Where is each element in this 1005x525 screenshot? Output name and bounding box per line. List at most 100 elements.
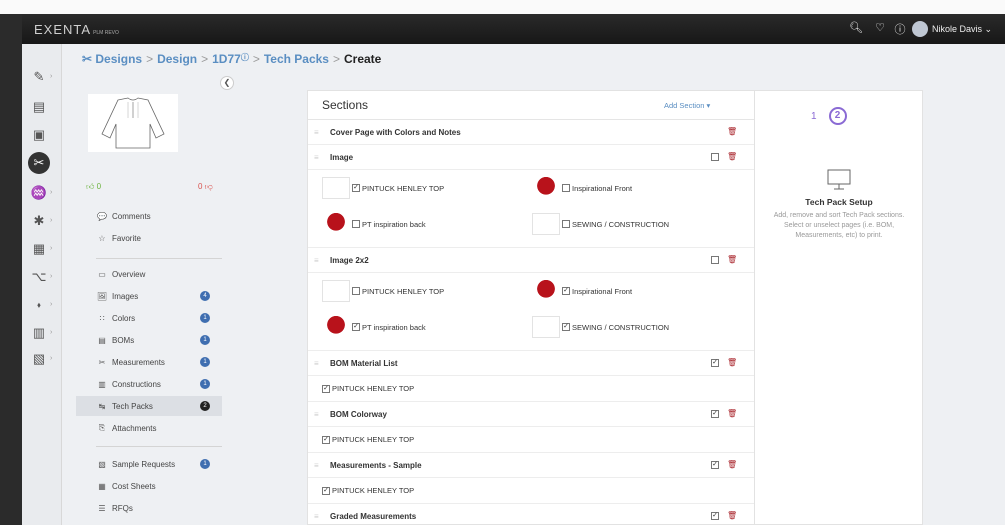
drag-handle-icon[interactable]: ≡: [314, 153, 319, 162]
section-checkbox[interactable]: ✓: [711, 359, 719, 367]
add-section-dropdown[interactable]: Add Section ▾: [664, 101, 710, 110]
section-checkbox[interactable]: ✓: [711, 410, 719, 418]
drag-handle-icon[interactable]: ≡: [314, 359, 319, 368]
image-tile[interactable]: Inspirational Front: [532, 176, 632, 200]
nav-cost-sheets[interactable]: ▦ Cost Sheets: [76, 476, 222, 496]
image-tile[interactable]: ✓ PINTUCK HENLEY TOP: [322, 176, 444, 200]
side-item-label: BOMs: [112, 335, 135, 345]
section-graded-measurements: ≡ Graded Measurements ✓ 🗑︎: [308, 504, 754, 524]
drag-handle-icon[interactable]: ≡: [314, 410, 319, 419]
side-item-label: Constructions: [112, 379, 161, 389]
drag-handle-icon[interactable]: ≡: [314, 512, 319, 521]
rail-network-icon[interactable]: ✱ ›: [28, 210, 53, 232]
image-checkbox[interactable]: ✓: [352, 323, 360, 331]
delete-icon[interactable]: 🗑︎: [727, 409, 737, 418]
image-checkbox[interactable]: [562, 220, 570, 228]
delete-icon[interactable]: 🗑︎: [727, 255, 737, 264]
like-button[interactable]: 👍︎ 0: [86, 182, 101, 192]
favorite-link[interactable]: ☆ Favorite: [76, 228, 222, 248]
rail-designs-icon[interactable]: ✂: [28, 152, 50, 174]
breadcrumb-1d77[interactable]: 1D77: [212, 52, 241, 66]
image-tile[interactable]: PT inspiration back: [322, 212, 426, 236]
measurement-item[interactable]: ✓ PINTUCK HENLEY TOP: [322, 486, 414, 495]
comments-link[interactable]: 💬 Comments: [76, 206, 222, 226]
bom-item[interactable]: ✓ PINTUCK HENLEY TOP: [322, 384, 414, 393]
rail-box-icon[interactable]: ▥ ›: [28, 322, 53, 344]
nav-colors[interactable]: ∷ Colors 1: [76, 308, 222, 328]
scissors-icon: ✂: [82, 52, 96, 66]
section-title: Image 2x2: [330, 256, 369, 265]
rail-calculator-icon[interactable]: ▦ ›: [28, 238, 53, 260]
step-1[interactable]: 1: [811, 111, 817, 122]
delete-icon[interactable]: 🗑︎: [727, 460, 737, 469]
delete-icon[interactable]: 🗑︎: [727, 152, 737, 161]
image-label: Inspirational Front: [572, 183, 633, 193]
image-tile[interactable]: ✓ PT inspiration back: [322, 315, 426, 339]
help-icon[interactable]: ⓘ: [892, 21, 908, 37]
image-checkbox[interactable]: ✓: [352, 184, 360, 192]
item-label: PINTUCK HENLEY TOP: [332, 435, 415, 444]
rail-tag-icon[interactable]: ⬪ ›: [28, 294, 52, 316]
user-menu[interactable]: Nikole Davis ⌄: [912, 20, 992, 38]
delete-icon[interactable]: 🗑︎: [727, 127, 737, 136]
rail-share-icon[interactable]: ⌥ ›: [28, 266, 53, 288]
image-checkbox[interactable]: [562, 184, 570, 192]
breadcrumb: ✂ Designs > Design >1D77ⓘ > Tech Packs > Create: [82, 52, 382, 66]
image-checkbox[interactable]: ✓: [562, 287, 570, 295]
collapse-panel-button[interactable]: ❮: [220, 76, 234, 90]
nav-sample-requests[interactable]: ▧ Sample Requests 1: [76, 454, 222, 474]
section-title: Graded Measurements: [330, 512, 417, 521]
nav-boms[interactable]: ▤ BOMs 1: [76, 330, 222, 350]
item-checkbox[interactable]: ✓: [322, 486, 330, 495]
dislike-button[interactable]: 0 👎︎: [198, 182, 213, 192]
drag-handle-icon[interactable]: ≡: [314, 256, 319, 265]
item-checkbox[interactable]: ✓: [322, 384, 330, 393]
image-checkbox[interactable]: [352, 287, 360, 295]
image-checkbox[interactable]: [352, 220, 360, 228]
bell-icon[interactable]: ♡: [872, 21, 888, 37]
app-logo[interactable]: EXENTA PLM REVO: [34, 22, 119, 37]
rail-book-icon[interactable]: ▤: [28, 96, 50, 118]
rail-report-icon[interactable]: ▧ ›: [28, 348, 53, 370]
drag-handle-icon[interactable]: ≡: [314, 461, 319, 470]
drag-handle-icon[interactable]: ≡: [314, 128, 319, 137]
info-icon[interactable]: ⓘ: [241, 53, 249, 62]
image-tile[interactable]: PINTUCK HENLEY TOP: [322, 279, 444, 303]
item-checkbox[interactable]: ✓: [322, 435, 330, 444]
nav-rfqs[interactable]: ☰ RFQs: [76, 498, 222, 518]
rail-shirt-icon[interactable]: ♒ ›: [28, 182, 52, 204]
section-image-2x2-body: PINTUCK HENLEY TOP ✓ Inspirational Front …: [308, 273, 754, 351]
breadcrumb-tech-packs[interactable]: Tech Packs: [264, 52, 329, 66]
nav-tech-packs[interactable]: ↹ Tech Packs 2: [76, 396, 222, 416]
rfqs-icon: ☰: [98, 503, 106, 513]
count-badge: 1: [200, 357, 210, 367]
section-checkbox[interactable]: [711, 153, 719, 161]
nav-measurements[interactable]: ✂ Measurements 1: [76, 352, 222, 372]
nav-images[interactable]: 🖼 Images 4: [76, 286, 222, 306]
section-checkbox[interactable]: [711, 256, 719, 264]
delete-icon[interactable]: 🗑︎: [727, 358, 737, 367]
image-label: PINTUCK HENLEY TOP: [362, 183, 445, 193]
section-checkbox[interactable]: ✓: [711, 512, 719, 520]
bom-item[interactable]: ✓ PINTUCK HENLEY TOP: [322, 435, 414, 444]
sketch-thumbnail: [532, 316, 560, 338]
search-icon[interactable]: 🔍︎: [848, 21, 864, 37]
nav-overview[interactable]: ▭ Overview: [76, 264, 222, 284]
design-sketch-image[interactable]: [88, 94, 178, 152]
image-label: PINTUCK HENLEY TOP: [362, 286, 445, 296]
image-tile[interactable]: SEWING / CONSTRUCTION: [532, 212, 669, 236]
breadcrumb-design[interactable]: Design: [157, 52, 197, 66]
rail-pen-icon[interactable]: ✎ ›: [28, 66, 53, 88]
rail-gallery-icon[interactable]: ▣: [28, 124, 50, 146]
image-tile[interactable]: ✓ Inspirational Front: [532, 279, 632, 303]
breadcrumb-designs[interactable]: Designs: [95, 52, 142, 66]
image-tile[interactable]: ✓ SEWING / CONSTRUCTION: [532, 315, 669, 339]
count-badge: 2: [200, 401, 210, 411]
setup-description: Add, remove and sort Tech Pack sections.…: [773, 212, 905, 239]
section-checkbox[interactable]: ✓: [711, 461, 719, 469]
delete-icon[interactable]: 🗑︎: [727, 511, 737, 520]
side-item-label: Measurements: [112, 357, 165, 367]
nav-constructions[interactable]: ▥ Constructions 1: [76, 374, 222, 394]
image-checkbox[interactable]: ✓: [562, 323, 570, 331]
nav-attachments[interactable]: ⎘ Attachments: [76, 418, 222, 438]
